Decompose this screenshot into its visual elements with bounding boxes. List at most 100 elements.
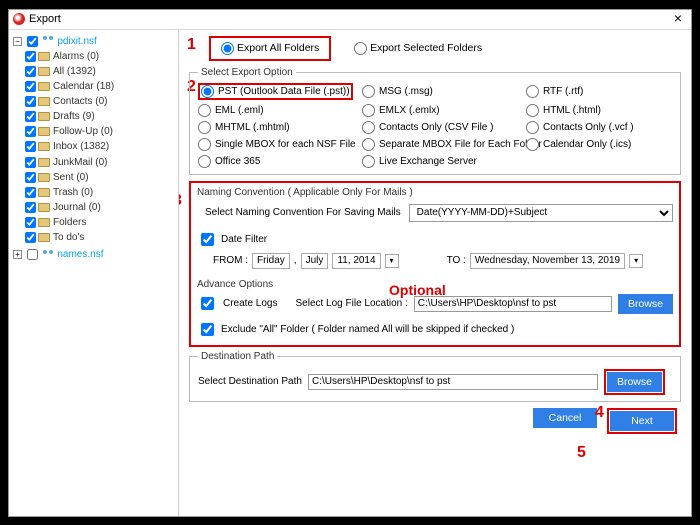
- radio-csv[interactable]: [362, 121, 375, 134]
- tree-check[interactable]: [25, 126, 36, 137]
- tree-check-root2[interactable]: [27, 249, 38, 260]
- browse-dest-button[interactable]: Browse: [607, 372, 662, 392]
- from-day[interactable]: Friday: [252, 253, 290, 269]
- tree-item[interactable]: Inbox (1382): [53, 141, 109, 152]
- date-filter-label: Date Filter: [221, 234, 267, 245]
- next-button[interactable]: Next: [610, 411, 674, 431]
- tree-item[interactable]: JunkMail (0): [53, 157, 107, 168]
- folder-icon: [38, 82, 50, 91]
- tree-item[interactable]: To do's: [53, 232, 84, 243]
- calendar-icon[interactable]: ▾: [385, 254, 399, 268]
- expander-icon[interactable]: +: [13, 250, 22, 259]
- create-logs-label: Create Logs: [223, 298, 277, 309]
- folder-icon: [38, 142, 50, 151]
- radio-vcf[interactable]: [526, 121, 539, 134]
- destination-legend: Destination Path: [198, 351, 277, 362]
- fmt-emlx-label: EMLX (.emlx): [379, 105, 440, 116]
- scope-selected-label: Export Selected Folders: [370, 42, 482, 54]
- log-location-label: Select Log File Location :: [295, 298, 407, 309]
- tree-check[interactable]: [25, 81, 36, 92]
- expander-icon[interactable]: −: [13, 37, 22, 46]
- destination-input[interactable]: [308, 374, 598, 390]
- app-icon: [13, 13, 25, 25]
- radio-ics[interactable]: [526, 138, 539, 151]
- fmt-msg-label: MSG (.msg): [379, 86, 433, 97]
- radio-scope-all[interactable]: [221, 42, 234, 55]
- to-date[interactable]: Wednesday, November 13, 2019: [470, 253, 625, 269]
- radio-msg[interactable]: [362, 85, 375, 98]
- tree-check[interactable]: [25, 202, 36, 213]
- folder-icon: [38, 127, 50, 136]
- tree-check[interactable]: [25, 66, 36, 77]
- tree-item[interactable]: Calendar (18): [53, 81, 114, 92]
- tree-item[interactable]: Drafts (9): [53, 111, 95, 122]
- create-logs-check[interactable]: [201, 297, 214, 310]
- fmt-pst-label: PST (Outlook Data File (.pst)): [218, 86, 350, 97]
- tree-check[interactable]: [25, 232, 36, 243]
- folder-icon: [38, 67, 50, 76]
- close-icon[interactable]: ×: [669, 10, 687, 28]
- browse-dest-box: Browse: [604, 369, 665, 395]
- tree-check[interactable]: [25, 111, 36, 122]
- to-label: TO :: [447, 255, 466, 266]
- folder-icon: [38, 218, 50, 227]
- radio-html[interactable]: [526, 104, 539, 117]
- radio-rtf[interactable]: [526, 85, 539, 98]
- tree-check[interactable]: [25, 217, 36, 228]
- destination-label: Select Destination Path: [198, 376, 302, 387]
- calendar-icon[interactable]: ▾: [629, 254, 643, 268]
- tree-item[interactable]: Folders: [53, 217, 86, 228]
- fmt-eml-label: EML (.eml): [215, 105, 264, 116]
- folder-icon: [38, 233, 50, 242]
- exclude-all-label: Exclude "All" Folder ( Folder named All …: [221, 324, 514, 335]
- browse-log-button[interactable]: Browse: [618, 294, 673, 314]
- radio-scope-selected[interactable]: [354, 42, 367, 55]
- annotation-5: 5: [577, 444, 586, 462]
- from-month[interactable]: July: [301, 253, 329, 269]
- radio-mhtml[interactable]: [198, 121, 211, 134]
- from-dom[interactable]: 11, 2014: [332, 253, 380, 269]
- tree-check[interactable]: [25, 157, 36, 168]
- fmt-ics-label: Calendar Only (.ics): [543, 139, 631, 150]
- tree-check[interactable]: [25, 51, 36, 62]
- cancel-button[interactable]: Cancel: [533, 408, 597, 428]
- dialog-title: Export: [29, 13, 669, 25]
- fmt-html-label: HTML (.html): [543, 105, 601, 116]
- folder-icon: [38, 52, 50, 61]
- tree-check-root1[interactable]: [27, 36, 38, 47]
- tree-root1[interactable]: pdixit.nsf: [57, 36, 96, 47]
- export-option-fieldset: Select Export Option PST (Outlook Data F…: [189, 67, 681, 175]
- tree-item[interactable]: Sent (0): [53, 172, 89, 183]
- log-path-input[interactable]: [414, 296, 612, 312]
- tree-item[interactable]: All (1392): [53, 66, 96, 77]
- tree-check[interactable]: [25, 96, 36, 107]
- date-filter-check[interactable]: [201, 233, 214, 246]
- from-label: FROM :: [213, 255, 248, 266]
- radio-pst[interactable]: [201, 85, 214, 98]
- tree-item[interactable]: Trash (0): [53, 187, 93, 198]
- radio-sepmbox[interactable]: [362, 138, 375, 151]
- export-option-legend: Select Export Option: [198, 67, 296, 78]
- right-pane: 1 2 3 Optional 4 5 Export All Folders Ex…: [179, 30, 691, 516]
- radio-o365[interactable]: [198, 155, 211, 168]
- folder-tree[interactable]: − pdixit.nsf Alarms (0) All (1392) Calen…: [9, 30, 179, 516]
- tree-item[interactable]: Alarms (0): [53, 51, 99, 62]
- tree-check[interactable]: [25, 187, 36, 198]
- tree-item[interactable]: Follow-Up (0): [53, 126, 113, 137]
- radio-singlembox[interactable]: [198, 138, 211, 151]
- naming-legend: Naming Convention ( Applicable Only For …: [197, 187, 673, 198]
- radio-emlx[interactable]: [362, 104, 375, 117]
- exclude-all-check[interactable]: [201, 323, 214, 336]
- naming-select[interactable]: Date(YYYY-MM-DD)+Subject: [409, 204, 673, 222]
- tree-check[interactable]: [25, 141, 36, 152]
- radio-live[interactable]: [362, 155, 375, 168]
- tree-item[interactable]: Journal (0): [53, 202, 101, 213]
- annotation-3: 3: [179, 192, 182, 210]
- radio-eml[interactable]: [198, 104, 211, 117]
- tree-item[interactable]: Contacts (0): [53, 96, 107, 107]
- tree-root2[interactable]: names.nsf: [57, 249, 103, 260]
- fmt-csv-label: Contacts Only (CSV File ): [379, 122, 493, 133]
- scope-all-label: Export All Folders: [237, 42, 319, 54]
- titlebar: Export ×: [9, 10, 691, 30]
- tree-check[interactable]: [25, 172, 36, 183]
